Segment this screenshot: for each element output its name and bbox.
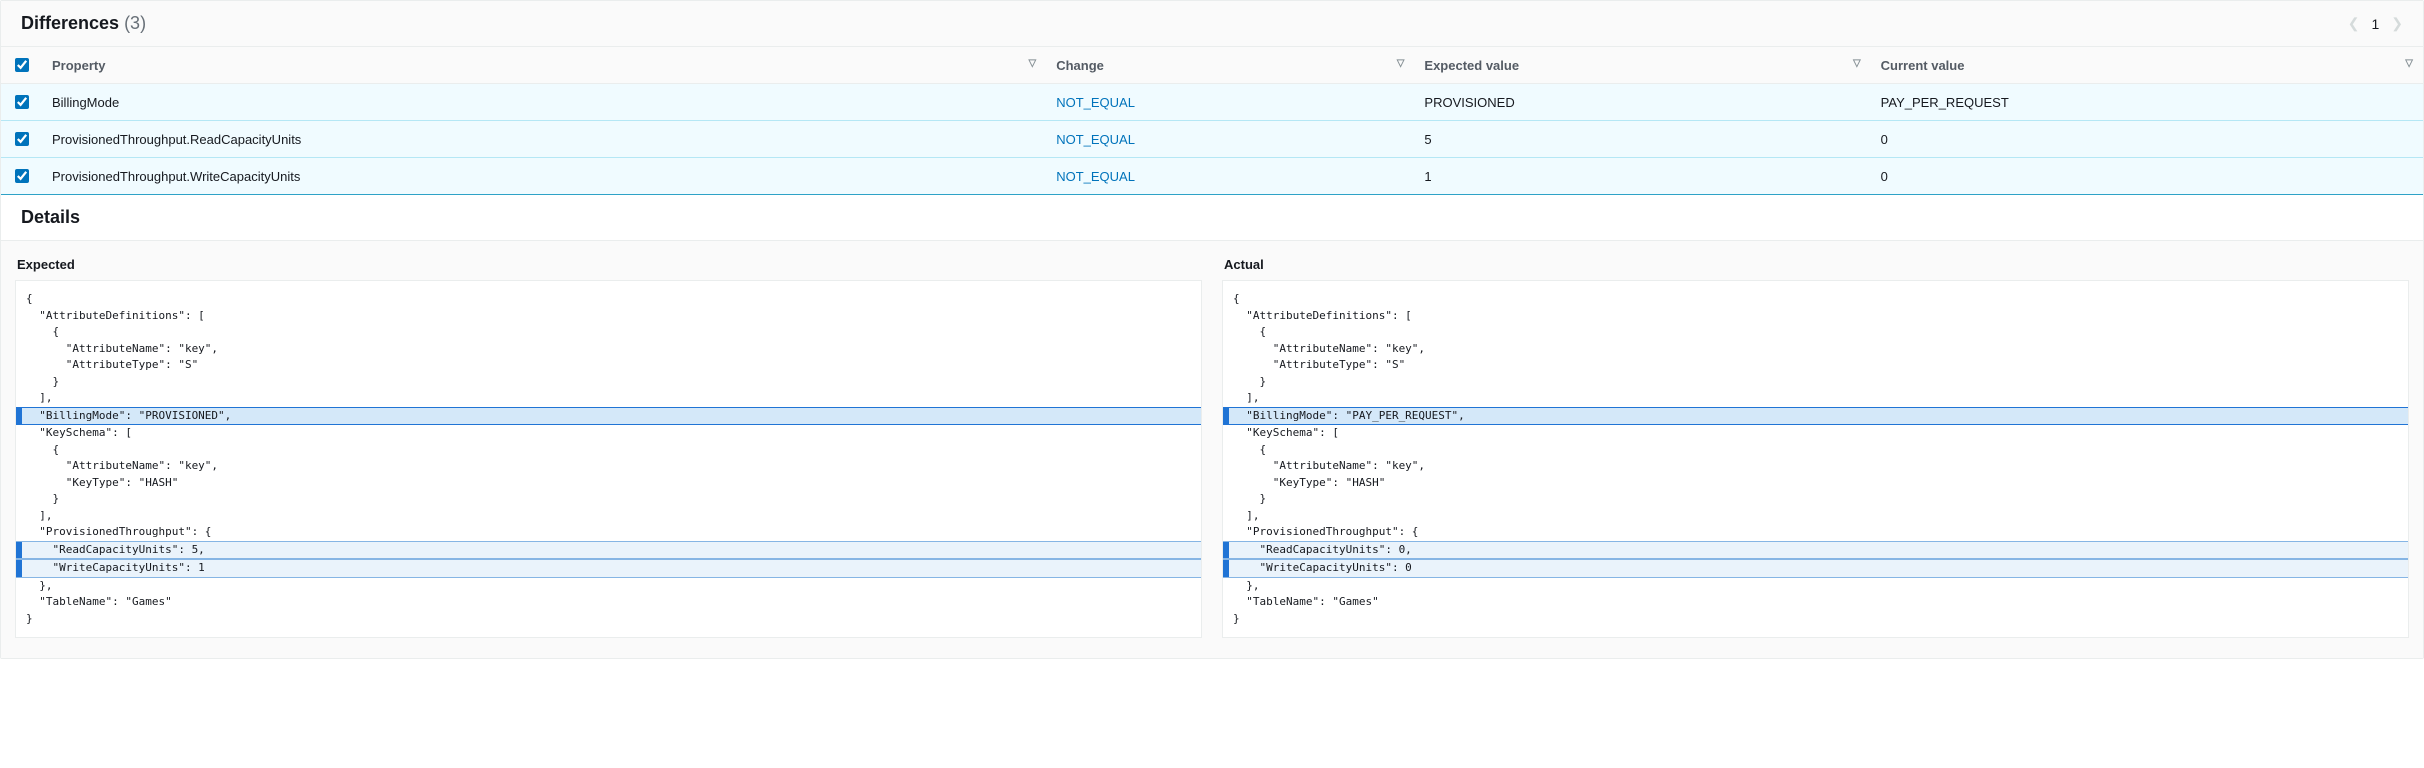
code-line: { (1223, 324, 2408, 341)
differences-panel: Differences (3) ❮ 1 ❯ Property ▽ Change … (0, 0, 2424, 659)
code-line: "AttributeName": "key", (1223, 341, 2408, 358)
code-line: ], (1223, 508, 2408, 525)
code-line: "AttributeDefinitions": [ (1223, 308, 2408, 325)
cell-expected: 5 (1414, 121, 1870, 158)
select-all-checkbox[interactable] (15, 58, 29, 72)
table-row[interactable]: ProvisionedThroughput.ReadCapacityUnitsN… (1, 121, 2423, 158)
cell-change[interactable]: NOT_EQUAL (1046, 158, 1414, 195)
pager-prev[interactable]: ❮ (2348, 15, 2360, 32)
code-line: "WriteCapacityUnits": 1 (16, 559, 1201, 578)
table-row[interactable]: ProvisionedThroughput.WriteCapacityUnits… (1, 158, 2423, 195)
cell-property: ProvisionedThroughput.WriteCapacityUnits (42, 158, 1046, 195)
code-line: } (1223, 374, 2408, 391)
code-line: "BillingMode": "PROVISIONED", (16, 407, 1201, 426)
differences-title-text: Differences (21, 13, 119, 33)
cell-expected: PROVISIONED (1414, 84, 1870, 121)
details-title: Details (1, 195, 2423, 241)
code-line: { (16, 442, 1201, 459)
code-line: ], (1223, 390, 2408, 407)
sort-icon: ▽ (2405, 58, 2413, 69)
code-line: "TableName": "Games" (16, 594, 1201, 611)
actual-panel: Actual { "AttributeDefinitions": [ { "At… (1222, 257, 2409, 638)
code-line: } (16, 611, 1201, 628)
actual-code: { "AttributeDefinitions": [ { "Attribute… (1222, 280, 2409, 638)
col-expected[interactable]: Expected value ▽ (1414, 47, 1870, 84)
code-line: "KeySchema": [ (1223, 425, 2408, 442)
code-line: "WriteCapacityUnits": 0 (1223, 559, 2408, 578)
code-line: "ProvisionedThroughput": { (16, 524, 1201, 541)
code-line: } (16, 491, 1201, 508)
code-line: "AttributeType": "S" (1223, 357, 2408, 374)
code-line: "ReadCapacityUnits": 0, (1223, 541, 2408, 560)
col-property[interactable]: Property ▽ (42, 47, 1046, 84)
row-checkbox[interactable] (15, 169, 29, 183)
code-line: } (1223, 611, 2408, 628)
code-line: }, (16, 578, 1201, 595)
code-line: } (16, 374, 1201, 391)
pager-current: 1 (2371, 16, 2379, 32)
cell-change[interactable]: NOT_EQUAL (1046, 84, 1414, 121)
col-current-label: Current value (1881, 58, 1965, 73)
expected-label: Expected (17, 257, 1202, 272)
code-line: "KeyType": "HASH" (1223, 475, 2408, 492)
code-line: "AttributeDefinitions": [ (16, 308, 1201, 325)
code-line: { (16, 324, 1201, 341)
cell-current: PAY_PER_REQUEST (1871, 84, 2423, 121)
table-row[interactable]: BillingModeNOT_EQUALPROVISIONEDPAY_PER_R… (1, 84, 2423, 121)
sort-icon: ▽ (1029, 58, 1037, 69)
code-line: "AttributeType": "S" (16, 357, 1201, 374)
expected-code: { "AttributeDefinitions": [ { "Attribute… (15, 280, 1202, 638)
cell-change[interactable]: NOT_EQUAL (1046, 121, 1414, 158)
code-line: "TableName": "Games" (1223, 594, 2408, 611)
col-change[interactable]: Change ▽ (1046, 47, 1414, 84)
differences-count: (3) (124, 13, 146, 33)
code-line: { (1223, 291, 2408, 308)
code-line: ], (16, 390, 1201, 407)
col-property-label: Property (52, 58, 105, 73)
code-line: "ProvisionedThroughput": { (1223, 524, 2408, 541)
pager: ❮ 1 ❯ (2348, 15, 2403, 32)
code-line: ], (16, 508, 1201, 525)
col-current[interactable]: Current value ▽ (1871, 47, 2423, 84)
select-all-header[interactable] (1, 47, 42, 84)
cell-property: BillingMode (42, 84, 1046, 121)
sort-icon: ▽ (1397, 58, 1405, 69)
differences-title: Differences (3) (21, 13, 146, 34)
code-line: "AttributeName": "key", (1223, 458, 2408, 475)
differences-table: Property ▽ Change ▽ Expected value ▽ Cur… (1, 47, 2423, 195)
details-body: Expected { "AttributeDefinitions": [ { "… (1, 241, 2423, 658)
cell-property: ProvisionedThroughput.ReadCapacityUnits (42, 121, 1046, 158)
row-checkbox[interactable] (15, 132, 29, 146)
cell-current: 0 (1871, 158, 2423, 195)
code-line: "ReadCapacityUnits": 5, (16, 541, 1201, 560)
col-expected-label: Expected value (1424, 58, 1519, 73)
code-line: "AttributeName": "key", (16, 458, 1201, 475)
code-line: "KeyType": "HASH" (16, 475, 1201, 492)
sort-icon: ▽ (1853, 58, 1861, 69)
cell-current: 0 (1871, 121, 2423, 158)
code-line: "AttributeName": "key", (16, 341, 1201, 358)
actual-label: Actual (1224, 257, 2409, 272)
row-checkbox[interactable] (15, 95, 29, 109)
col-change-label: Change (1056, 58, 1104, 73)
cell-expected: 1 (1414, 158, 1870, 195)
pager-next[interactable]: ❯ (2391, 15, 2403, 32)
differences-header: Differences (3) ❮ 1 ❯ (1, 1, 2423, 47)
code-line: { (16, 291, 1201, 308)
code-line: }, (1223, 578, 2408, 595)
code-line: { (1223, 442, 2408, 459)
code-line: "KeySchema": [ (16, 425, 1201, 442)
expected-panel: Expected { "AttributeDefinitions": [ { "… (15, 257, 1202, 638)
code-line: } (1223, 491, 2408, 508)
code-line: "BillingMode": "PAY_PER_REQUEST", (1223, 407, 2408, 426)
